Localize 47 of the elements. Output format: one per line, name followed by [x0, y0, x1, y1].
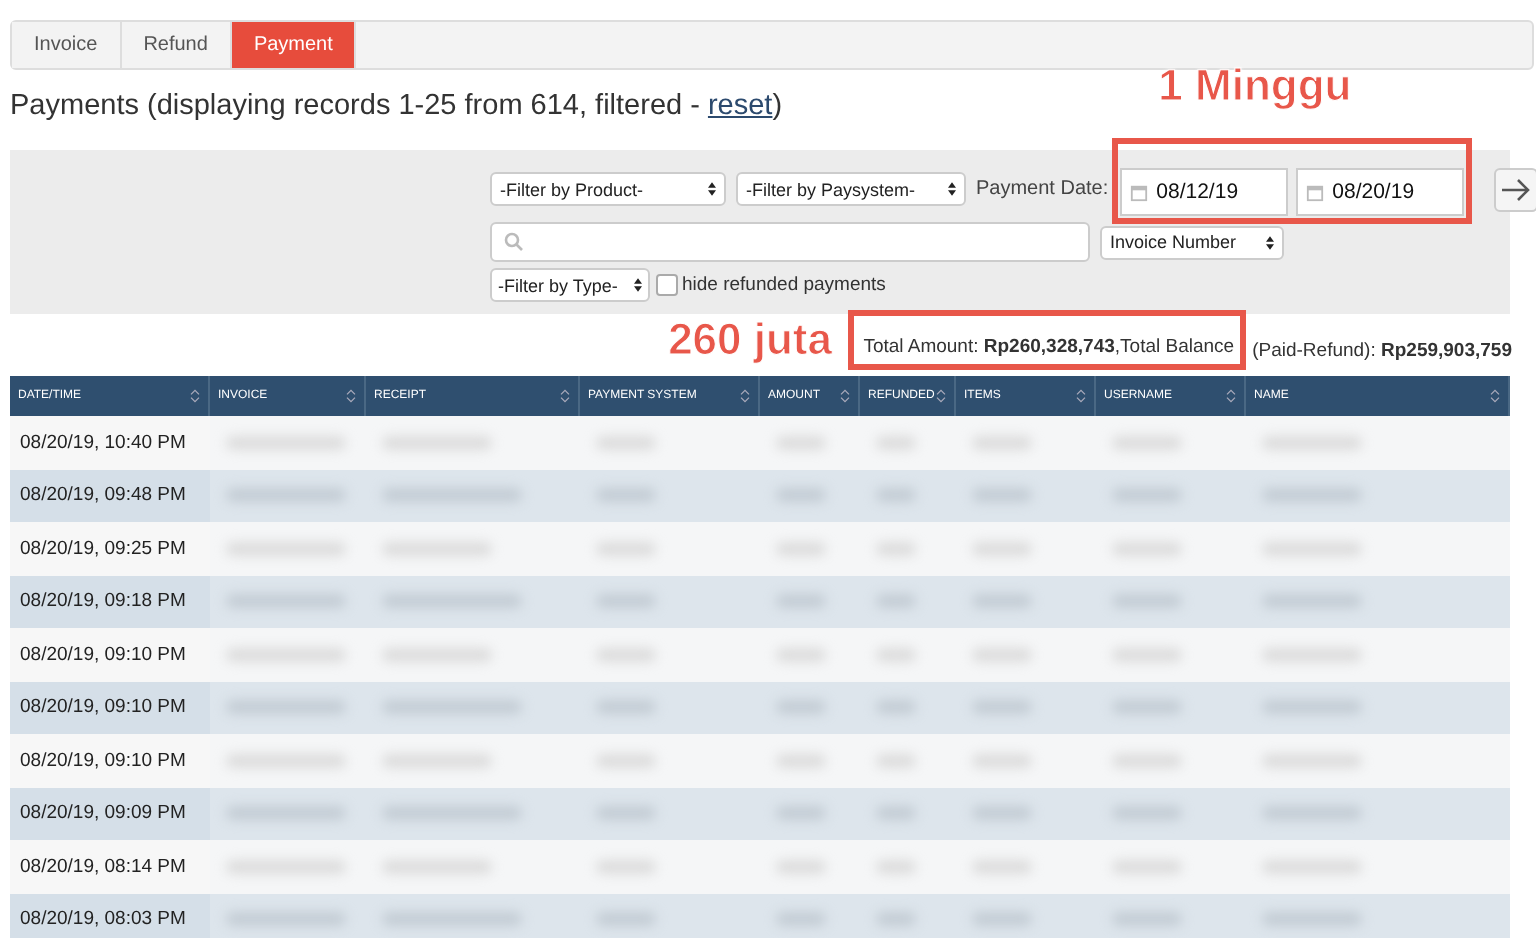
- search-icon: [504, 232, 524, 252]
- payment-date-label: Payment Date:: [976, 178, 1109, 200]
- checkbox-label: hide refunded payments: [682, 274, 886, 296]
- arrow-right-icon: [1500, 177, 1533, 201]
- date-from-field[interactable]: 08/12/19: [1120, 168, 1289, 216]
- paysystem-select[interactable]: -Filter by Paysystem-: [736, 172, 966, 206]
- search-field[interactable]: [490, 222, 1090, 262]
- page-title-end: ): [772, 90, 783, 122]
- annotation-text: 1 Minggu: [1158, 60, 1352, 112]
- table-cell-text: 08/20/19, 09:48 PM: [18, 482, 188, 511]
- sort-icon: [840, 388, 850, 404]
- product-select[interactable]: -Filter by Product-: [490, 172, 726, 206]
- sort-icon: [740, 388, 750, 404]
- tab[interactable]: Invoice: [12, 22, 122, 68]
- table-cell-text: 08/20/19, 09:09 PM: [18, 800, 188, 829]
- type-select[interactable]: -Filter by Type-: [490, 268, 650, 302]
- table-cell-text: 08/20/19, 09:10 PM: [18, 694, 188, 723]
- total-balance-text: (Paid-Refund): Rp259,903,759: [1252, 340, 1512, 366]
- sort-icon: [1076, 388, 1086, 404]
- table-cell-text: 08/20/19, 08:14 PM: [18, 853, 188, 882]
- updown-caret-icon: [1266, 235, 1274, 249]
- date-to-field[interactable]: 08/20/19: [1296, 168, 1465, 216]
- updown-caret-icon: [708, 182, 716, 196]
- sort-icon: [936, 388, 947, 404]
- calendar-icon: [1306, 183, 1325, 201]
- search-by-select[interactable]: Invoice Number: [1100, 225, 1284, 259]
- sort-icon: [1490, 388, 1500, 404]
- sort-icon: [190, 388, 200, 404]
- table-cell-text: 08/20/19, 09:18 PM: [18, 588, 188, 617]
- updown-caret-icon: [948, 182, 956, 196]
- page-title: Payments (displaying records 1-25 from 614, filtered -: [10, 90, 702, 122]
- go-button[interactable]: [1494, 167, 1536, 211]
- table-cell-text: 08/20/19, 09:10 PM: [18, 747, 188, 776]
- table-cell-text: 08/20/19, 08:03 PM: [18, 906, 188, 935]
- sort-icon: [560, 388, 570, 404]
- reset-link[interactable]: reset: [707, 90, 773, 122]
- sort-icon: [1226, 388, 1236, 404]
- table-cell-text: 08/20/19, 09:25 PM: [18, 535, 188, 564]
- checkbox[interactable]: [656, 274, 678, 296]
- calendar-icon: [1130, 183, 1149, 201]
- updown-caret-icon: [634, 278, 642, 292]
- table-cell-text: 08/20/19, 10:40 PM: [18, 429, 188, 458]
- table-cell-text: 08/20/19, 09:10 PM: [18, 641, 188, 670]
- tab[interactable]: Payment: [231, 22, 357, 68]
- annotation-text: 260 juta: [668, 314, 832, 366]
- total-amount-text: Total Amount: Rp260,328,743,Total Balance: [847, 310, 1247, 370]
- sort-icon: [346, 388, 356, 404]
